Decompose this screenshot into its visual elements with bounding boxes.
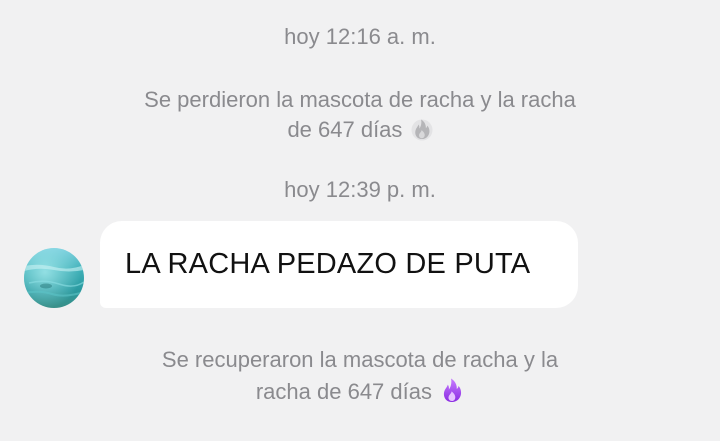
avatar[interactable] [24,248,84,308]
flame-icon [440,375,464,411]
message-bubble[interactable]: LA RACHA PEDAZO DE PUTA [100,221,578,308]
streak-recovered-notice: Se recuperaron la mascota de racha y la … [60,345,660,411]
timestamp: hoy 12:39 p. m. [284,177,436,202]
streak-recovered-line-2-row: racha de 647 días [60,375,660,411]
flame-icon [411,115,433,149]
streak-recovered-line-1: Se recuperaron la mascota de racha y la [161,347,559,372]
streak-recovered-line-2: racha de 647 días [255,379,432,404]
message-text: LA RACHA PEDAZO DE PUTA [125,248,531,280]
streak-lost-notice: Se perdieron la mascota de racha y la ra… [60,85,660,149]
streak-lost-line-1: Se perdieron la mascota de racha y la ra… [144,87,576,112]
streak-lost-line-2-row: de 647 días [60,115,660,149]
timestamp: hoy 12:16 a. m. [284,24,436,49]
streak-lost-line-2: de 647 días [287,117,403,142]
